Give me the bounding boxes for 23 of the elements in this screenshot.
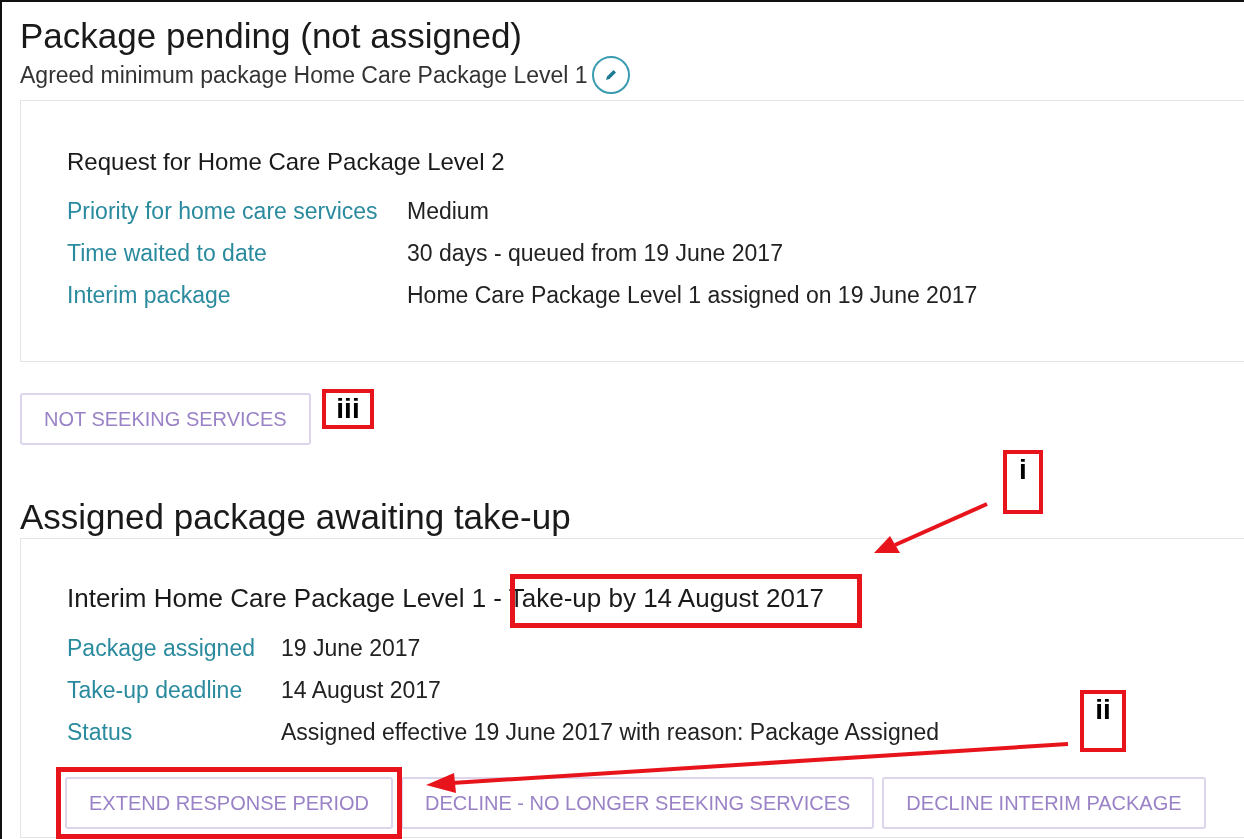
field-label: Take-up deadline [67,676,243,705]
subtitle: Agreed minimum package Home Care Package Level 1 [20,61,588,89]
section-heading: Package pending (not assigned) [20,16,522,56]
annotation-label: i [1003,450,1043,514]
action-button[interactable]: DECLINE INTERIM PACKAGE [882,777,1206,829]
action-button[interactable]: EXTEND RESPONSE PERIOD [65,777,394,829]
field-value: 14 August 2017 [281,676,441,705]
field-value: Medium [407,197,489,226]
field-value: 19 June 2017 [281,634,421,663]
field-label: Priority for home care services [67,197,378,226]
card-title: Request for Home Care Package Level 2 [67,147,505,177]
action-button[interactable]: NOT SEEKING SERVICES [20,393,311,445]
field-label: Interim package [67,281,231,310]
field-label: Package assigned [67,634,255,663]
field-value: Home Care Package Level 1 assigned on 19 June 2017 [407,281,978,310]
field-value: 30 days - queued from 19 June 2017 [407,239,783,268]
annotation-label: ii [1080,690,1126,752]
section-heading: Assigned package awaiting take-up [20,497,571,537]
field-label: Time waited to date [67,239,267,268]
field-label: Status [67,718,133,747]
action-button[interactable]: DECLINE - NO LONGER SEEKING SERVICES [401,777,875,829]
field-value: Assigned effective 19 June 2017 with reason: Package Assigned [281,718,940,747]
annotation-label: iii [322,389,374,429]
